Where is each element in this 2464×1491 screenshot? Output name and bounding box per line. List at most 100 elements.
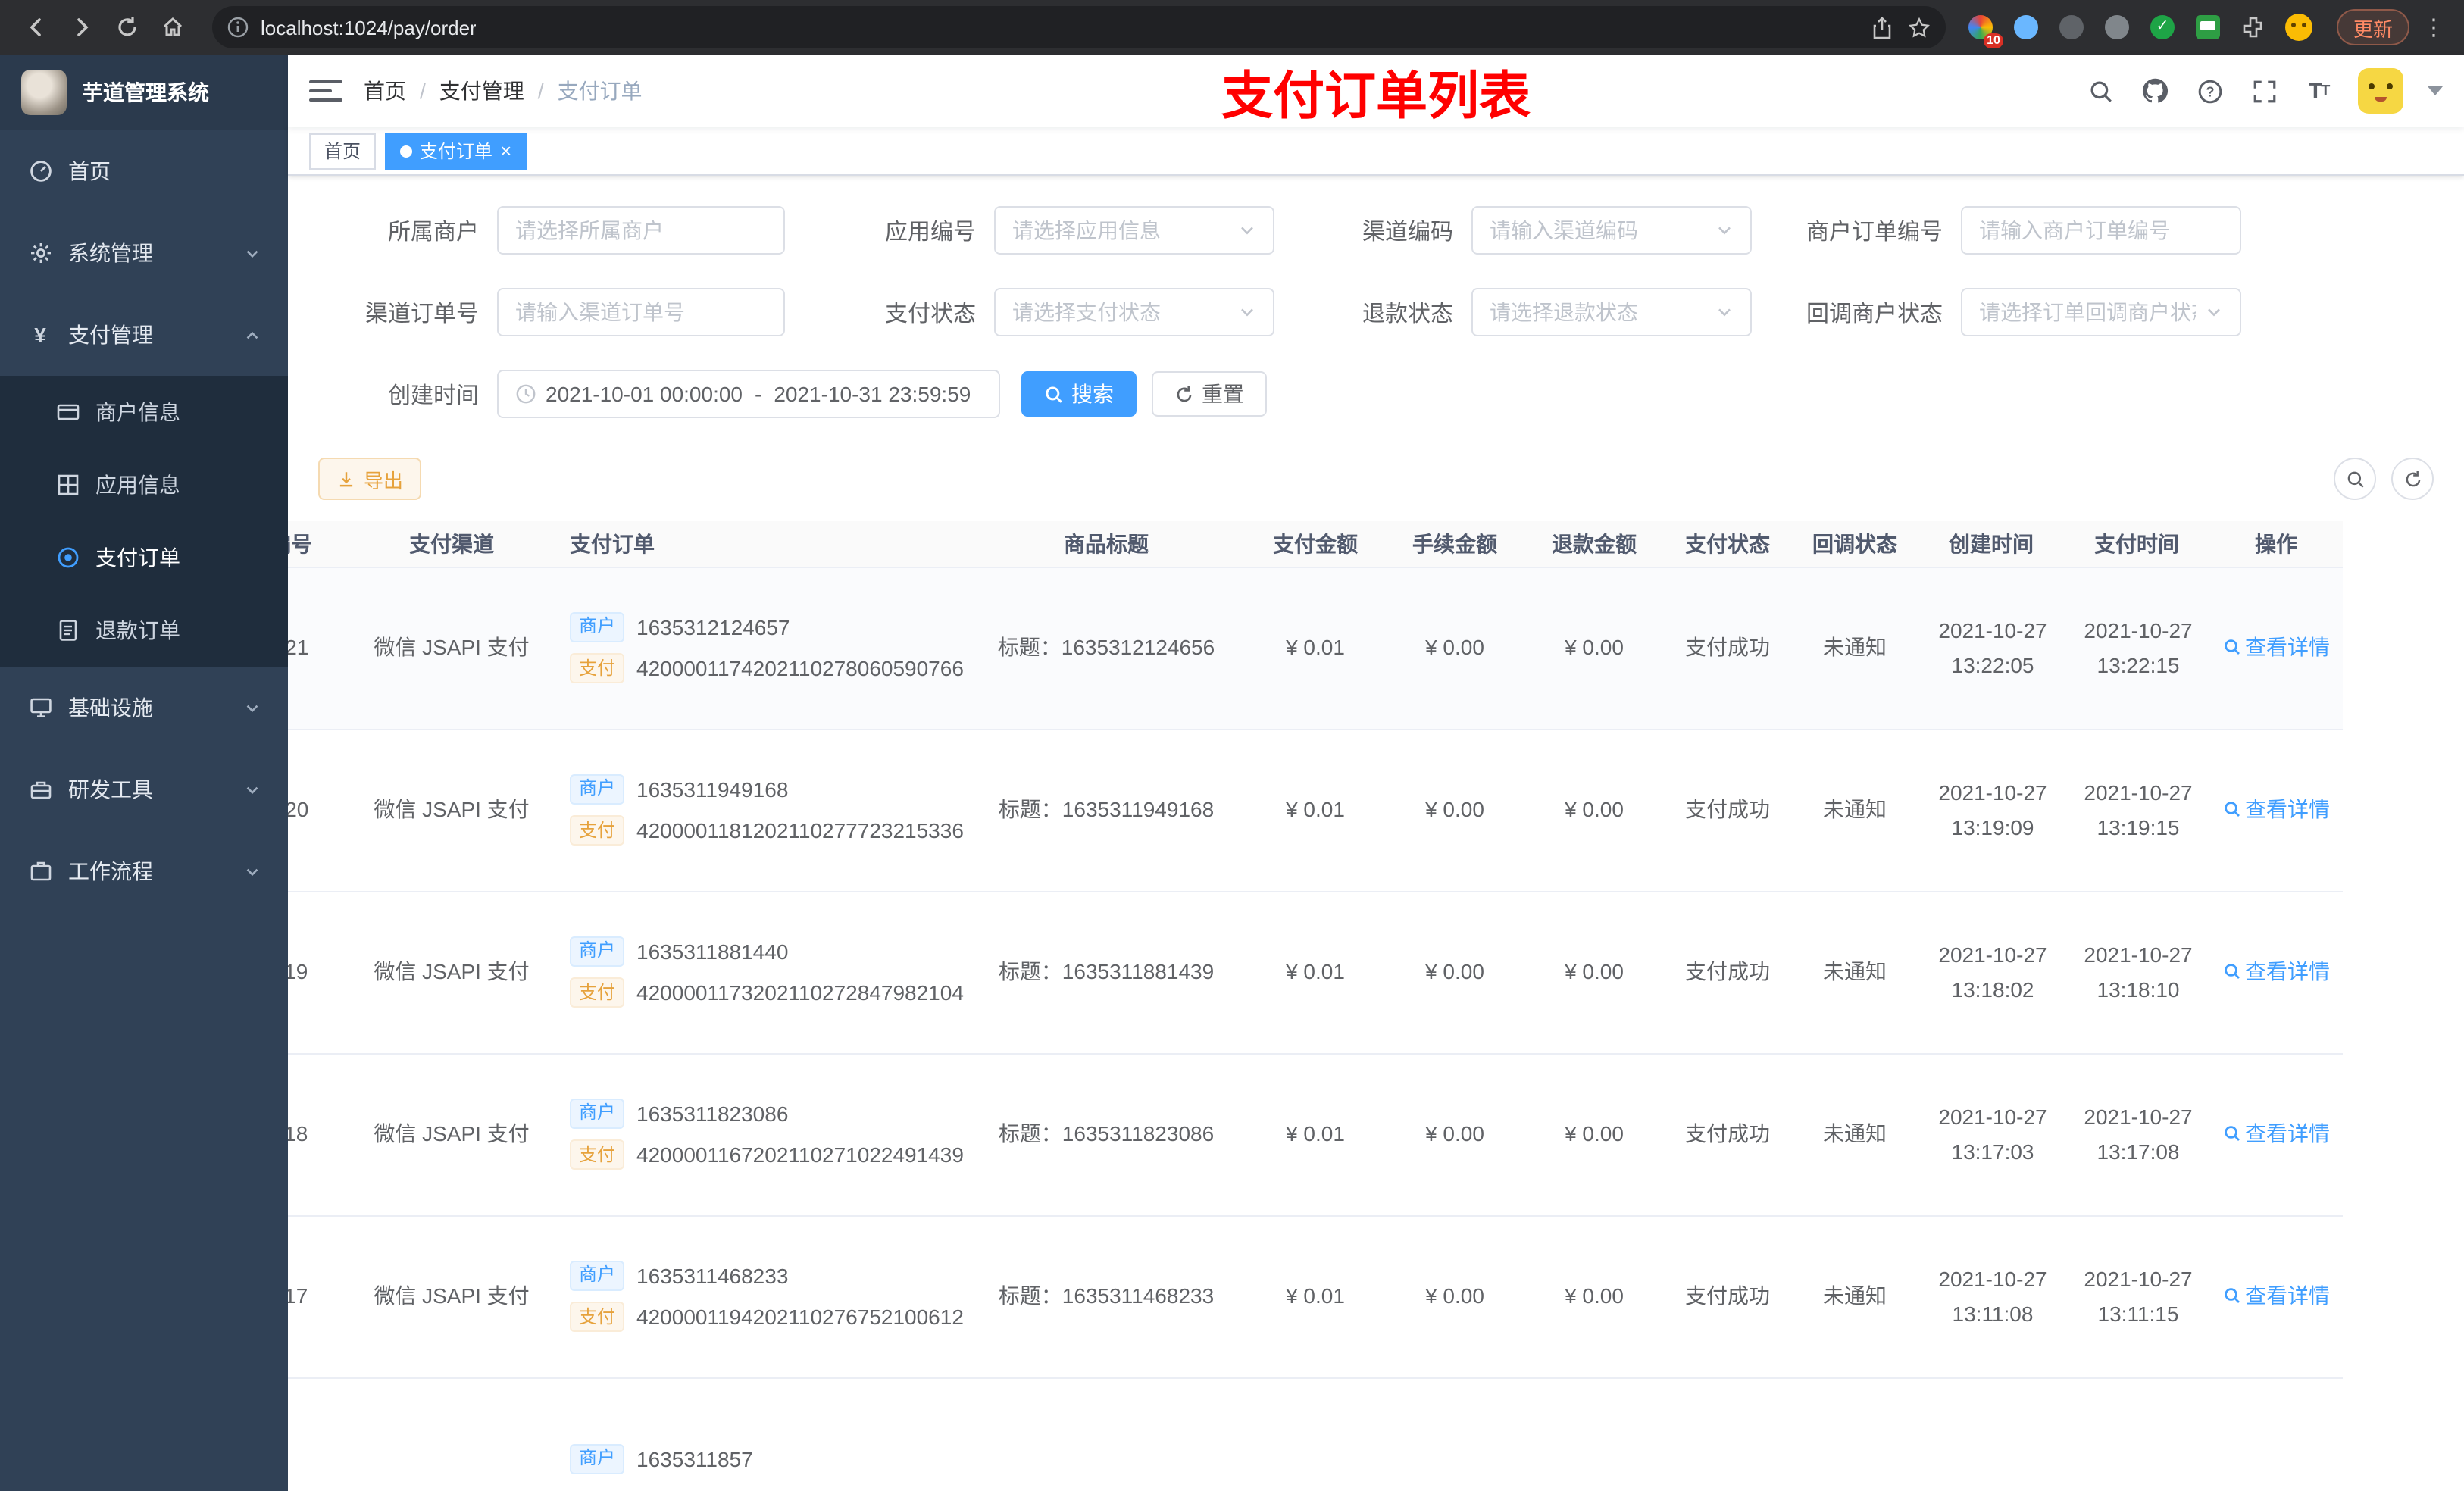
- font-size-icon[interactable]: TT: [2303, 76, 2334, 106]
- view-detail-link[interactable]: 查看详情: [2222, 630, 2330, 664]
- merchant-order-no: 1635311857: [636, 1446, 753, 1471]
- cell-pay-time: 2021-10-27 13:11:15: [2084, 1267, 2193, 1325]
- sidebar-item-system[interactable]: 系统管理: [0, 212, 288, 294]
- hide-search-button[interactable]: [2334, 458, 2376, 500]
- search-button[interactable]: 搜索: [1021, 371, 1137, 417]
- refund-status-select[interactable]: 请选择退款状态: [1471, 288, 1752, 336]
- site-info-icon[interactable]: [227, 17, 249, 38]
- user-avatar[interactable]: [2358, 68, 2403, 114]
- browser-update-button[interactable]: 更新: [2336, 9, 2409, 45]
- cell-id: 118: [288, 1121, 308, 1146]
- sidebar-item-label: 基础设施: [68, 695, 153, 720]
- column-header: 支付状态: [1664, 521, 1791, 567]
- profile-avatar-icon[interactable]: [2282, 11, 2315, 44]
- tab-home[interactable]: 首页: [309, 133, 377, 169]
- sidebar-item-home[interactable]: 首页: [0, 130, 288, 212]
- sidebar-item-merchant-info[interactable]: 商户信息: [0, 376, 288, 449]
- date-separator: -: [755, 382, 762, 406]
- merchant-order-no: 1635311468233: [636, 1263, 789, 1288]
- cell-pay-time: 2021-10-27 13:18:10: [2084, 942, 2193, 1001]
- table-row[interactable]: 117 微信 JSAPI 支付 商户 1635311468233 支付 420000…: [288, 1215, 2343, 1378]
- app-logo[interactable]: 芋道管理系统: [0, 55, 288, 130]
- callback-status-select[interactable]: 请选择订单回调商户状态: [1961, 288, 2241, 336]
- breadcrumb-payment[interactable]: 支付管理: [439, 76, 524, 106]
- refresh-table-button[interactable]: [2391, 458, 2434, 500]
- search-button-label: 搜索: [1071, 382, 1114, 406]
- reload-icon[interactable]: [106, 6, 149, 48]
- cell-pay-time: 2021-10-27 13:19:15: [2084, 780, 2193, 839]
- export-button[interactable]: 导出: [318, 458, 422, 500]
- cell-channel: 微信 JSAPI 支付: [374, 1121, 530, 1146]
- channel-code-select[interactable]: 请输入渠道编码: [1471, 206, 1752, 255]
- github-icon[interactable]: [2140, 76, 2170, 106]
- extension-dark-icon[interactable]: [2055, 11, 2088, 44]
- app-select[interactable]: 请选择应用信息: [994, 206, 1274, 255]
- create-time-range-picker[interactable]: 2021-10-01 00:00:00 - 2021-10-31 23:59:5…: [497, 370, 1000, 418]
- view-detail-link[interactable]: 查看详情: [2222, 1278, 2330, 1312]
- back-icon[interactable]: [15, 6, 58, 48]
- home-icon[interactable]: [152, 6, 194, 48]
- table-row[interactable]: 120 微信 JSAPI 支付 商户 1635311949168 支付 420000…: [288, 729, 2343, 892]
- cell-refund: ¥ 0.00: [1565, 797, 1624, 822]
- forward-icon[interactable]: [61, 6, 103, 48]
- cell-create-time: 2021-10-27 13:17:03: [1938, 1105, 2047, 1163]
- chevron-down-icon: [1238, 303, 1256, 321]
- merchant-select[interactable]: 请选择所属商户: [497, 206, 785, 255]
- placeholder-text: 请选择支付状态: [1012, 300, 1161, 324]
- view-detail-link[interactable]: 查看详情: [2222, 792, 2330, 826]
- reset-button[interactable]: 重置: [1152, 371, 1267, 417]
- placeholder-text: 请选择订单回调商户状态: [1979, 300, 2196, 324]
- sidebar-item-refund-order[interactable]: 退款订单: [0, 594, 288, 667]
- tab-label: 支付订单: [420, 141, 493, 162]
- address-bar[interactable]: localhost:1024/pay/order: [212, 6, 1946, 48]
- extensions-puzzle-icon[interactable]: [2237, 11, 2270, 44]
- browser-menu-icon[interactable]: ⋮: [2419, 14, 2449, 41]
- tab-pay-order[interactable]: 支付订单 ×: [385, 133, 527, 169]
- fullscreen-icon[interactable]: [2249, 76, 2279, 106]
- table-row-partial[interactable]: 商户 1635311857: [288, 1377, 2343, 1491]
- breadcrumb-home[interactable]: 首页: [364, 76, 406, 106]
- extension-check-icon[interactable]: [2146, 11, 2179, 44]
- extension-gray-icon[interactable]: [2100, 11, 2134, 44]
- view-detail-link[interactable]: 查看详情: [2222, 1116, 2330, 1150]
- table-row[interactable]: 121 微信 JSAPI 支付 商户 1635312124657 支付 420000…: [288, 567, 2343, 730]
- column-header: 编号: [288, 521, 349, 567]
- orders-table: 编号 支付渠道 支付订单 商品标题 支付金额 手续金额 退款金额 支付状态 回调…: [288, 521, 2464, 1491]
- cell-status: 支付成功: [1685, 959, 1770, 984]
- table-row[interactable]: 119 微信 JSAPI 支付 商户 1635311881440 支付 420000…: [288, 891, 2343, 1054]
- placeholder-text: 请输入商户订单编号: [1979, 218, 2170, 242]
- cell-notify: 未通知: [1823, 1283, 1887, 1308]
- cell-refund: ¥ 0.00: [1565, 959, 1624, 984]
- merchant-order-no: 1635311881440: [636, 939, 789, 964]
- avatar-caret-icon[interactable]: [2428, 86, 2443, 95]
- sidebar-item-payment[interactable]: ¥ 支付管理: [0, 294, 288, 376]
- breadcrumb-separator: /: [420, 79, 426, 103]
- table-row[interactable]: 118 微信 JSAPI 支付 商户 1635311823086 支付 420000…: [288, 1053, 2343, 1216]
- view-detail-link[interactable]: 查看详情: [2222, 954, 2330, 988]
- extension-chat-icon[interactable]: [2191, 11, 2225, 44]
- search-icon[interactable]: [2085, 76, 2115, 106]
- sidebar-item-infrastructure[interactable]: 基础设施: [0, 667, 288, 749]
- browser-window: localhost:1024/pay/order 10 更新 ⋮: [0, 0, 2464, 1491]
- help-icon[interactable]: ?: [2194, 76, 2225, 106]
- pay-tag: 支付: [570, 977, 625, 1008]
- document-icon: [55, 617, 80, 643]
- sidebar-item-label: 应用信息: [95, 473, 180, 497]
- sidebar-item-app-info[interactable]: 应用信息: [0, 449, 288, 521]
- extension-drop-icon[interactable]: [2009, 11, 2043, 44]
- share-icon[interactable]: [1871, 16, 1893, 39]
- sidebar-toggle-icon[interactable]: [309, 74, 342, 108]
- bookmark-star-icon[interactable]: [1908, 16, 1931, 39]
- close-icon[interactable]: ×: [500, 141, 511, 161]
- channel-order-no-input[interactable]: 请输入渠道订单号: [497, 288, 785, 336]
- field-label: 渠道编码: [1362, 219, 1453, 245]
- sidebar-item-workflow[interactable]: 工作流程: [0, 830, 288, 912]
- cell-channel: 微信 JSAPI 支付: [374, 1283, 530, 1308]
- pay-status-select[interactable]: 请选择支付状态: [994, 288, 1274, 336]
- sidebar-item-pay-order[interactable]: 支付订单: [0, 521, 288, 594]
- merchant-order-no-input[interactable]: 请输入商户订单编号: [1961, 206, 2241, 255]
- sidebar-item-dev-tools[interactable]: 研发工具: [0, 749, 288, 830]
- cell-fee: ¥ 0.00: [1425, 1283, 1484, 1308]
- target-icon: [55, 545, 80, 570]
- extension-palette-icon[interactable]: 10: [1964, 11, 2003, 48]
